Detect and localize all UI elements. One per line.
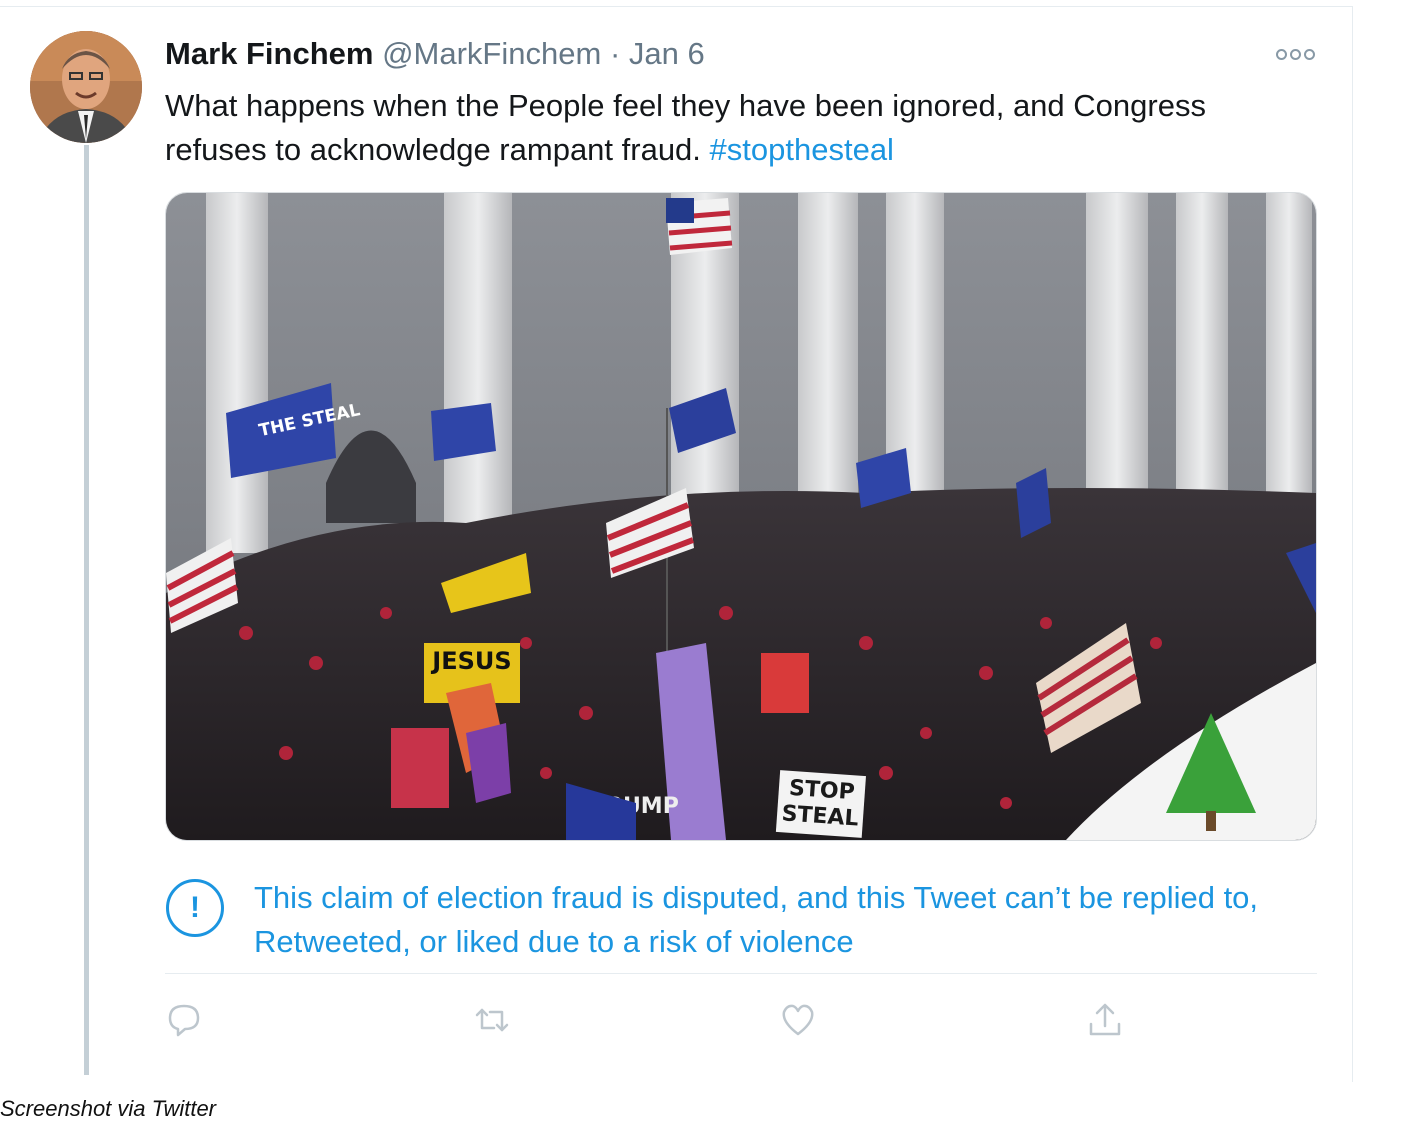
like-icon[interactable]: [778, 1000, 818, 1040]
photo-sign-steal: STEAL: [781, 801, 859, 831]
retweet-icon[interactable]: [472, 1000, 512, 1040]
share-icon[interactable]: [1085, 1000, 1125, 1040]
photo-sign-jesus: JESUS: [430, 647, 511, 675]
handle[interactable]: @MarkFinchem: [382, 36, 601, 71]
tweet-text: What happens when the People feel they h…: [165, 84, 1305, 172]
separator: ·: [609, 36, 621, 71]
photo-sign-stop: STOP: [788, 776, 855, 806]
avatar[interactable]: [30, 31, 142, 143]
divider: [165, 973, 1317, 974]
reply-icon[interactable]: [164, 1000, 204, 1040]
tweet-text-main: What happens when the People feel they h…: [165, 88, 1206, 167]
thread-line: [84, 145, 89, 1075]
more-options-icon[interactable]: [1276, 46, 1316, 62]
tweet-header: Mark Finchem @MarkFinchem · Jan 6: [165, 36, 1315, 76]
tweet-photo[interactable]: THE STEAL JESUS TRUMP STOP STEAL: [165, 192, 1317, 841]
hashtag-link[interactable]: #stopthesteal: [710, 132, 894, 167]
tweet-date[interactable]: Jan 6: [629, 36, 705, 71]
display-name[interactable]: Mark Finchem: [165, 36, 373, 71]
image-caption: Screenshot via Twitter: [0, 1096, 217, 1121]
disputed-claim-notice[interactable]: This claim of election fraud is disputed…: [254, 876, 1334, 964]
warning-icon: !: [166, 879, 224, 937]
